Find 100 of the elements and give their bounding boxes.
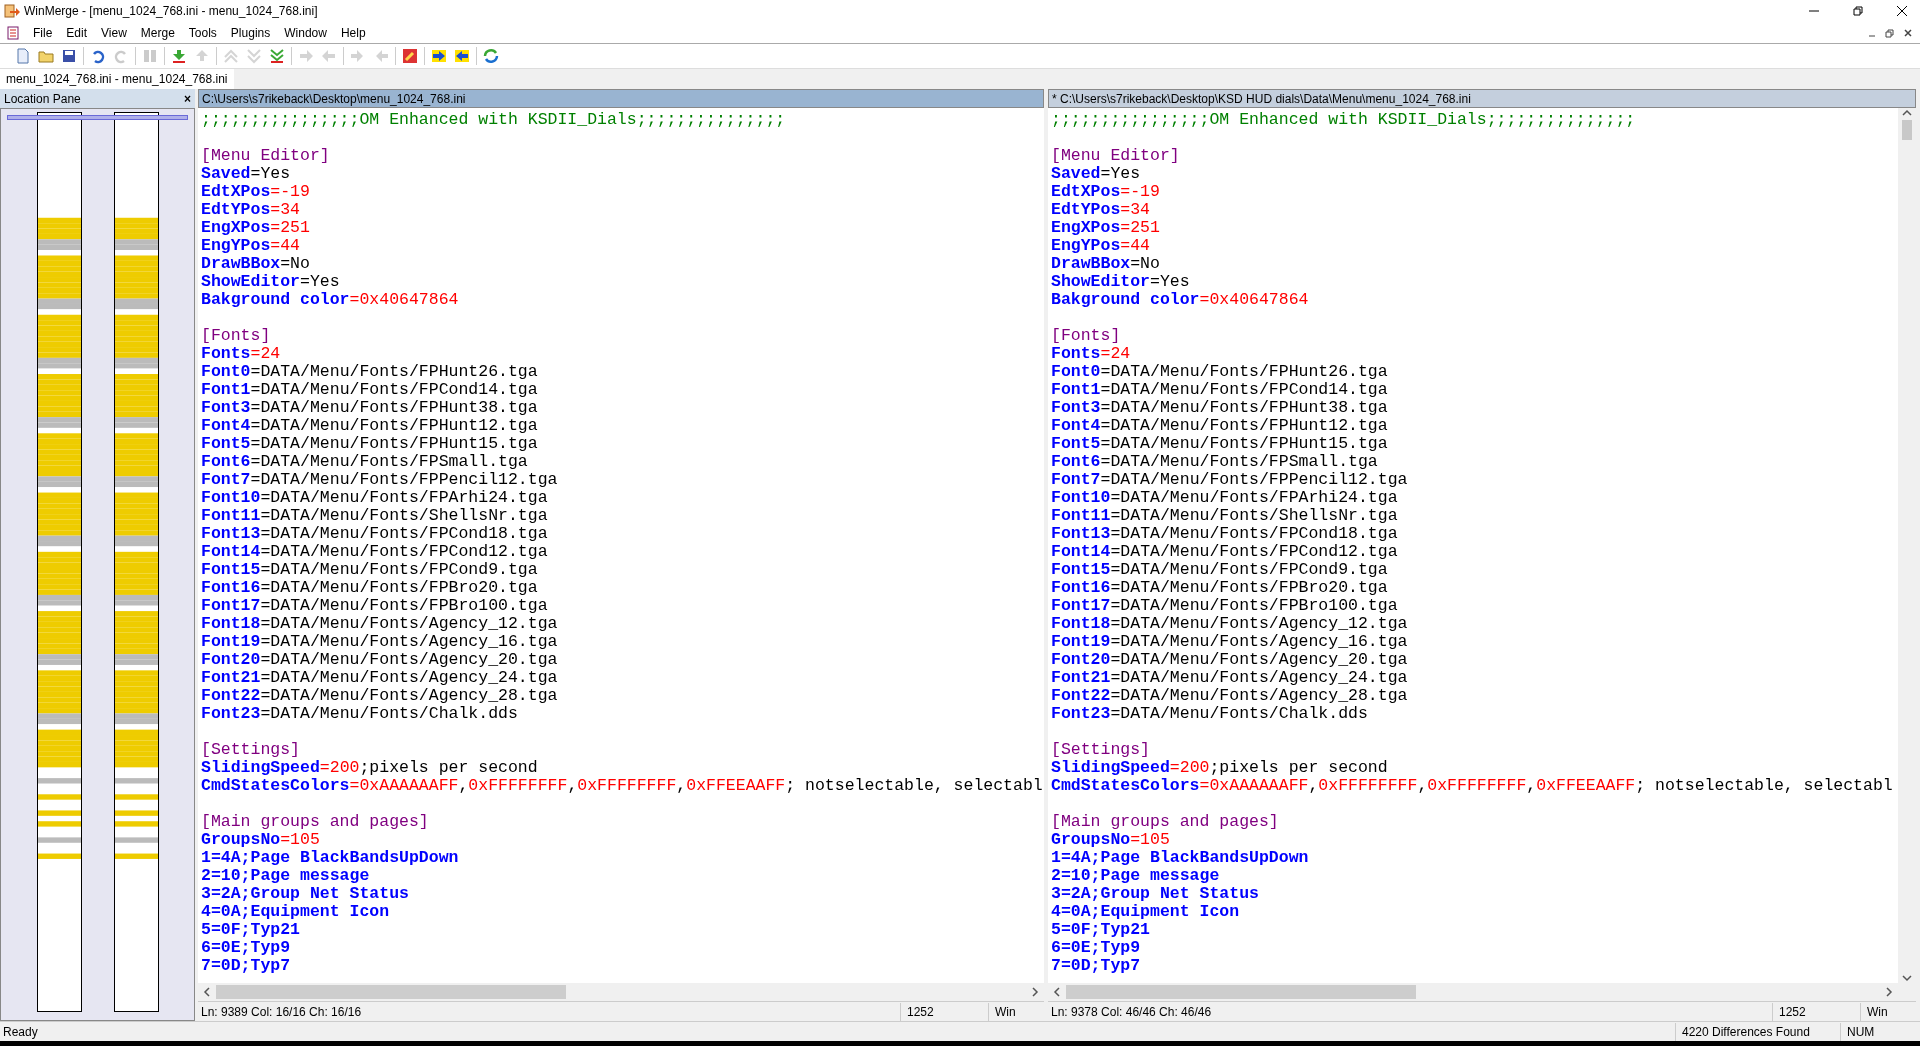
scroll-left-icon[interactable] [202,987,212,997]
menu-item[interactable]: File [26,23,60,42]
code-line: Font18=DATA/Menu/Fonts/Agency_12.tga [1051,615,1408,633]
code-line: 6=0E;Typ9 [201,939,291,957]
code-line: [Menu Editor] [201,147,330,165]
code-line: [Menu Editor] [1051,147,1180,165]
menu-item[interactable]: Tools [181,23,224,42]
differences-count: 4220 Differences Found [1675,1022,1840,1041]
file-path-header: C:\Users\s7rikeback\Desktop\menu_1024_768.ini [198,89,1044,108]
code-line: Font22=DATA/Menu/Fonts/Agency_28.tga [1051,687,1408,705]
save-icon[interactable] [60,47,78,65]
code-line: 2=10;Page message [201,867,370,885]
code-line: Font11=DATA/Menu/Fonts/ShellsNr.tga [1051,507,1398,525]
menu-item[interactable]: View [94,23,134,42]
code-line: Bakground color=0x40647864 [201,291,459,309]
scroll-down-icon[interactable] [1902,973,1912,983]
code-line: Font16=DATA/Menu/Fonts/FPBro20.tga [201,579,538,597]
menu-item[interactable]: Merge [133,23,182,42]
location-bar[interactable] [36,112,82,1012]
code-line: Font17=DATA/Menu/Fonts/FPBro100.tga [1051,597,1398,615]
code-line: ;;;;;;;;;;;;;;;;OM Enhanced with KSDII_Dials;;;;;;;;;;;;;;; [1051,111,1636,129]
codepage-label: 1252 [1772,1002,1860,1021]
code-line: EngYPos=44 [201,237,301,255]
cursor-position: Ln: 9378 Col: 46/46 Ch: 46/46 [1050,1003,1213,1021]
code-line: 7=0D;Typ7 [1051,957,1141,975]
scroll-right-icon[interactable] [1030,987,1040,997]
document-tab[interactable]: menu_1024_768.ini - menu_1024_768.ini [0,69,234,89]
code-line: 2=10;Page message [1051,867,1220,885]
code-line: 3=2A;Group Net Status [1051,885,1259,903]
code-line: Font14=DATA/Menu/Fonts/FPCond12.tga [201,543,548,561]
status-message: Ready [2,1023,39,1041]
code-line: [Settings] [201,741,301,759]
code-line: ShowEditor=Yes [1051,273,1190,291]
code-line: Font20=DATA/Menu/Fonts/Agency_20.tga [1051,651,1408,669]
code-line: Bakground color=0x40647864 [1051,291,1309,309]
code-line: EdtYPos=34 [201,201,301,219]
code-line: [Fonts] [201,327,271,345]
code-line: Saved=Yes [201,165,291,183]
code-line: [Main groups and pages] [1051,813,1279,831]
mdi-close-icon[interactable] [1902,26,1914,39]
code-line: Font21=DATA/Menu/Fonts/Agency_24.tga [201,669,558,687]
scroll-left-icon[interactable] [1052,987,1062,997]
location-bar[interactable] [113,112,159,1012]
code-line: 6=0E;Typ9 [1051,939,1141,957]
code-line: Font16=DATA/Menu/Fonts/FPBro20.tga [1051,579,1388,597]
scroll-up-icon[interactable] [1902,108,1912,118]
code-line: Font5=DATA/Menu/Fonts/FPHunt15.tga [1051,435,1388,453]
code-line: 7=0D;Typ7 [201,957,291,975]
close-icon[interactable] [1896,5,1908,17]
document-icon[interactable] [6,25,20,40]
code-line: ;;;;;;;;;;;;;;;;OM Enhanced with KSDII_Dials;;;;;;;;;;;;;;; [201,111,786,129]
code-line: DrawBBox=No [1051,255,1160,273]
code-line: Font13=DATA/Menu/Fonts/FPCond18.tga [1051,525,1398,543]
app-icon [4,3,20,19]
code-line: Font18=DATA/Menu/Fonts/Agency_12.tga [201,615,558,633]
code-line: Font5=DATA/Menu/Fonts/FPHunt15.tga [201,435,538,453]
restore-icon[interactable] [1852,5,1864,17]
code-line: Font19=DATA/Menu/Fonts/Agency_16.tga [201,633,558,651]
code-line: 1=4A;Page BlackBandsUpDown [201,849,459,867]
wrench-icon[interactable] [401,47,419,65]
code-line: Font17=DATA/Menu/Fonts/FPBro100.tga [201,597,548,615]
down-arrow-icon[interactable] [170,47,188,65]
code-line: Font10=DATA/Menu/Fonts/FPArhi24.tga [1051,489,1398,507]
code-line: Font7=DATA/Menu/Fonts/FPPencil12.tga [1051,471,1408,489]
location-pane-title: Location Pane [3,90,82,108]
code-line: EdtXPos=-19 [1051,183,1160,201]
scroll-thumb[interactable] [1902,120,1912,140]
menu-item[interactable]: Edit [59,23,95,42]
cursor-position: Ln: 9389 Col: 16/16 Ch: 16/16 [200,1003,363,1021]
code-line: Font14=DATA/Menu/Fonts/FPCond12.tga [1051,543,1398,561]
refresh-icon[interactable] [482,47,500,65]
code-line: 4=0A;Equipment Icon [1051,903,1240,921]
close-pane-button[interactable]: × [180,89,195,108]
code-line: Saved=Yes [1051,165,1141,183]
scroll-thumb[interactable] [1066,985,1416,999]
code-line: 4=0A;Equipment Icon [201,903,390,921]
code-line: Font4=DATA/Menu/Fonts/FPHunt12.tga [1051,417,1388,435]
code-line: Font23=DATA/Menu/Fonts/Chalk.dds [1051,705,1368,723]
code-line: ShowEditor=Yes [201,273,340,291]
eol-label: Win [988,1002,1044,1021]
scroll-thumb[interactable] [216,985,566,999]
code-line: [Main groups and pages] [201,813,429,831]
file-path-header: * C:\Users\s7rikeback\Desktop\KSD HUD dials\Data\Menu\menu_1024_768.ini [1048,89,1916,108]
code-line: EngYPos=44 [1051,237,1151,255]
code-line: Font15=DATA/Menu/Fonts/FPCond9.tga [1051,561,1388,579]
menu-item[interactable]: Help [333,23,373,42]
code-line: Font15=DATA/Menu/Fonts/FPCond9.tga [201,561,538,579]
code-line: GroupsNo=105 [201,831,320,849]
code-line: Font22=DATA/Menu/Fonts/Agency_28.tga [201,687,558,705]
menu-item[interactable]: Window [277,23,334,42]
code-line: Font13=DATA/Menu/Fonts/FPCond18.tga [201,525,548,543]
menu-item[interactable]: Plugins [223,23,278,42]
code-line: Font23=DATA/Menu/Fonts/Chalk.dds [201,705,518,723]
code-line: Fonts=24 [1051,345,1131,363]
num-lock-indicator: NUM [1840,1022,1900,1041]
code-line: SlidingSpeed=200;pixels per second [1051,759,1388,777]
mdi-restore-icon[interactable] [1884,26,1896,39]
code-line: Font11=DATA/Menu/Fonts/ShellsNr.tga [201,507,548,525]
code-line: Font1=DATA/Menu/Fonts/FPCond14.tga [1051,381,1388,399]
scroll-right-icon[interactable] [1884,987,1894,997]
